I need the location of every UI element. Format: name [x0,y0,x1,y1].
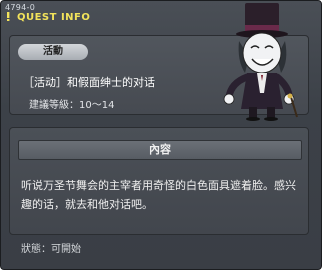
quest-status: 狀態：可開始 [21,244,81,255]
content-header: 內容 [18,140,302,160]
masked-gentleman-npc-icon [223,3,298,121]
quest-info-window: 4794-0 QUEST INFO 活動 ［活动］和假面绅士的对话 建議等級：1… [0,0,322,270]
recommended-level: 建議等級：10～14 [29,100,115,111]
window-title: QUEST INFO [5,12,90,23]
quest-name: ［活动］和假面绅士的对话 [23,76,155,89]
quest-id: 4794-0 [5,3,36,12]
quest-category-badge: 活動 [18,44,88,60]
exclamation-icon [5,12,15,23]
window-title-text: QUEST INFO [16,12,91,23]
quest-description: 听说万圣节舞会的主宰者用奇怪的白色面具遮着脸。感兴趣的话，就去和他对话吧。 [21,179,296,211]
